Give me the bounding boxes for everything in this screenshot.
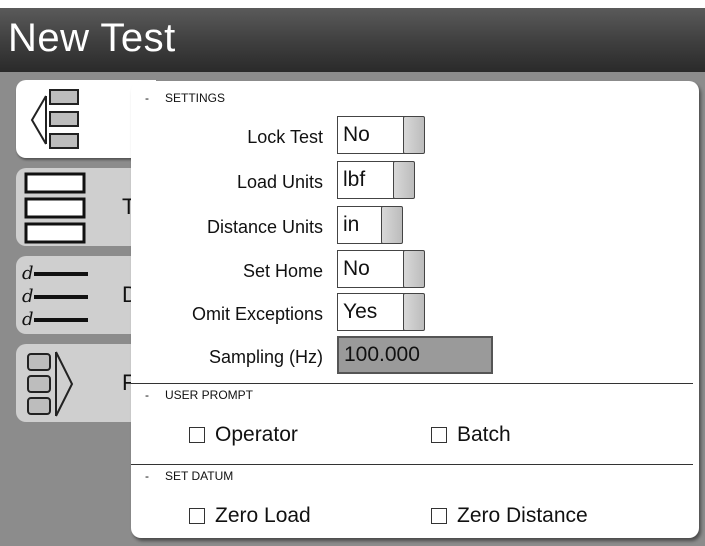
distance-units-selector[interactable] <box>381 206 403 244</box>
operator-checkbox[interactable]: Operator <box>189 423 298 447</box>
zero-distance-label: Zero Distance <box>457 504 588 527</box>
stacked-boxes-icon <box>24 172 86 244</box>
icon-glyph: d <box>22 309 34 330</box>
section-divider <box>131 383 693 384</box>
zero-distance-checkbox[interactable]: Zero Distance <box>431 504 588 528</box>
data-lines-icon: d d d <box>22 263 88 330</box>
icon-glyph: d <box>22 286 34 307</box>
section-title: SET DATUM <box>165 469 234 483</box>
load-units-value[interactable]: lbf <box>337 161 395 199</box>
set-home-toggle[interactable] <box>403 250 425 288</box>
zero-load-label: Zero Load <box>215 504 311 527</box>
back-list-icon <box>30 89 79 149</box>
section-marker: - <box>145 388 149 402</box>
omit-exceptions-label: Omit Exceptions <box>191 304 323 324</box>
distance-units-value[interactable]: in <box>337 206 383 244</box>
lock-test-value[interactable]: No <box>337 116 405 154</box>
sampling-rate-input[interactable]: 100.000 <box>337 336 493 374</box>
section-settings-header[interactable]: - SETTINGS <box>145 91 225 105</box>
checkbox-box[interactable] <box>189 508 205 524</box>
forward-boxes-icon <box>27 351 74 417</box>
set-home-value[interactable]: No <box>337 250 405 288</box>
operator-label: Operator <box>215 423 298 446</box>
zero-load-checkbox[interactable]: Zero Load <box>189 504 311 528</box>
section-marker: - <box>145 469 149 483</box>
section-user-prompt-header[interactable]: - USER PROMPT <box>145 388 253 402</box>
icon-glyph: d <box>22 263 34 284</box>
set-home-label: Set Home <box>242 261 323 281</box>
settings-panel: - SETTINGS Lock Test No Load Units lbf Di… <box>131 81 699 538</box>
omit-exceptions-value[interactable]: Yes <box>337 293 405 331</box>
section-set-datum-header[interactable]: - SET DATUM <box>145 469 233 483</box>
section-divider <box>131 464 693 465</box>
load-units-selector[interactable] <box>393 161 415 199</box>
batch-checkbox[interactable]: Batch <box>431 423 511 447</box>
sampling-label: Sampling (Hz) <box>208 347 323 367</box>
omit-exceptions-toggle[interactable] <box>403 293 425 331</box>
checkbox-box[interactable] <box>431 508 447 524</box>
section-title: USER PROMPT <box>165 388 254 402</box>
title-bar: New Test <box>0 0 705 72</box>
section-title: SETTINGS <box>165 91 226 105</box>
section-marker: - <box>145 91 149 105</box>
lock-test-toggle[interactable] <box>403 116 425 154</box>
checkbox-box[interactable] <box>431 427 447 443</box>
load-units-label: Load Units <box>236 172 323 192</box>
distance-units-label: Distance Units <box>206 217 323 237</box>
window-title: New Test <box>8 16 176 60</box>
checkbox-box[interactable] <box>189 427 205 443</box>
lock-test-label: Lock Test <box>247 127 323 147</box>
batch-label: Batch <box>457 423 511 446</box>
